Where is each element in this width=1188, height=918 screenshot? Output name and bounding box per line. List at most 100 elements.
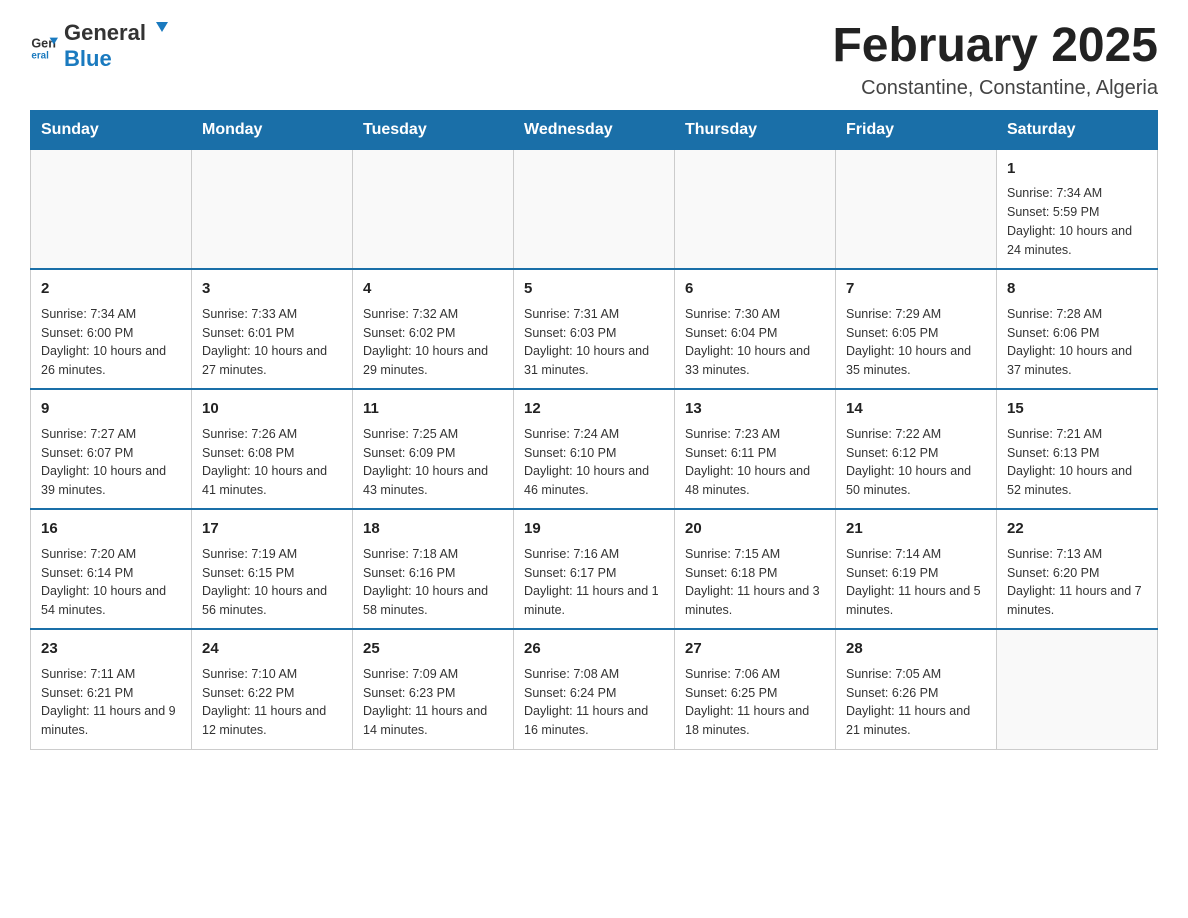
day-info: Sunrise: 7:16 AMSunset: 6:17 PMDaylight:… <box>524 545 664 620</box>
calendar-day-cell <box>353 149 514 269</box>
day-info: Sunrise: 7:34 AMSunset: 5:59 PMDaylight:… <box>1007 184 1147 259</box>
calendar-day-cell: 18 Sunrise: 7:18 AMSunset: 6:16 PMDayligh… <box>353 509 514 629</box>
calendar-day-cell: 12 Sunrise: 7:24 AMSunset: 6:10 PMDayligh… <box>514 389 675 509</box>
day-number: 18 <box>363 518 503 541</box>
calendar-day-cell: 16 Sunrise: 7:20 AMSunset: 6:14 PMDayligh… <box>31 509 192 629</box>
day-number: 28 <box>846 638 986 661</box>
day-info: Sunrise: 7:29 AMSunset: 6:05 PMDaylight:… <box>846 305 986 380</box>
calendar-day-cell: 3Sunrise: 7:33 AMSunset: 6:01 PMDaylight… <box>192 269 353 389</box>
day-info: Sunrise: 7:05 AMSunset: 6:26 PMDaylight:… <box>846 665 986 740</box>
calendar-week-row: 2 Sunrise: 7:34 AMSunset: 6:00 PMDaylight… <box>31 269 1158 389</box>
day-info: Sunrise: 7:13 AMSunset: 6:20 PMDaylight:… <box>1007 545 1147 620</box>
day-number: 16 <box>41 518 181 541</box>
month-year-title: February 2025 <box>832 20 1158 73</box>
calendar-day-cell: 21Sunrise: 7:14 AMSunset: 6:19 PMDayligh… <box>836 509 997 629</box>
calendar-day-cell: 15Sunrise: 7:21 AMSunset: 6:13 PMDayligh… <box>997 389 1158 509</box>
day-number: 6 <box>685 278 825 301</box>
day-number: 9 <box>41 398 181 421</box>
calendar-day-cell: 23Sunrise: 7:11 AMSunset: 6:21 PMDayligh… <box>31 629 192 749</box>
day-info: Sunrise: 7:15 AMSunset: 6:18 PMDaylight:… <box>685 545 825 620</box>
calendar-day-cell: 26 Sunrise: 7:08 AMSunset: 6:24 PMDayligh… <box>514 629 675 749</box>
day-info: Sunrise: 7:33 AMSunset: 6:01 PMDaylight:… <box>202 305 342 380</box>
logo: Gen eral General Blue <box>30 20 170 72</box>
day-info: Sunrise: 7:21 AMSunset: 6:13 PMDaylight:… <box>1007 425 1147 500</box>
day-info: Sunrise: 7:28 AMSunset: 6:06 PMDaylight:… <box>1007 305 1147 380</box>
day-info: Sunrise: 7:34 AMSunset: 6:00 PMDaylight:… <box>41 305 181 380</box>
day-info: Sunrise: 7:32 AMSunset: 6:02 PMDaylight:… <box>363 305 503 380</box>
svg-text:eral: eral <box>31 51 49 60</box>
column-header-tuesday: Tuesday <box>353 110 514 149</box>
page-header: Gen eral General Blue February 2025 Cons… <box>30 20 1158 100</box>
calendar-day-cell: 2 Sunrise: 7:34 AMSunset: 6:00 PMDaylight… <box>31 269 192 389</box>
calendar-table: SundayMondayTuesdayWednesdayThursdayFrid… <box>30 110 1158 750</box>
day-number: 17 <box>202 518 342 541</box>
column-header-friday: Friday <box>836 110 997 149</box>
calendar-week-row: 23Sunrise: 7:11 AMSunset: 6:21 PMDayligh… <box>31 629 1158 749</box>
day-number: 12 <box>524 398 664 421</box>
day-info: Sunrise: 7:08 AMSunset: 6:24 PMDaylight:… <box>524 665 664 740</box>
calendar-day-cell: 17 Sunrise: 7:19 AMSunset: 6:15 PMDayligh… <box>192 509 353 629</box>
day-number: 19 <box>524 518 664 541</box>
day-number: 5 <box>524 278 664 301</box>
day-number: 11 <box>363 398 503 421</box>
day-info: Sunrise: 7:10 AMSunset: 6:22 PMDaylight:… <box>202 665 342 740</box>
calendar-day-cell: 20 Sunrise: 7:15 AMSunset: 6:18 PMDayligh… <box>675 509 836 629</box>
day-number: 8 <box>1007 278 1147 301</box>
calendar-day-cell: 14 Sunrise: 7:22 AMSunset: 6:12 PMDayligh… <box>836 389 997 509</box>
logo-flag-icon <box>148 20 168 40</box>
calendar-day-cell: 25 Sunrise: 7:09 AMSunset: 6:23 PMDayligh… <box>353 629 514 749</box>
day-info: Sunrise: 7:25 AMSunset: 6:09 PMDaylight:… <box>363 425 503 500</box>
calendar-day-cell <box>675 149 836 269</box>
day-info: Sunrise: 7:30 AMSunset: 6:04 PMDaylight:… <box>685 305 825 380</box>
day-number: 27 <box>685 638 825 661</box>
calendar-week-row: 1 Sunrise: 7:34 AMSunset: 5:59 PMDaylight… <box>31 149 1158 269</box>
calendar-day-cell: 7Sunrise: 7:29 AMSunset: 6:05 PMDaylight… <box>836 269 997 389</box>
day-info: Sunrise: 7:18 AMSunset: 6:16 PMDaylight:… <box>363 545 503 620</box>
calendar-day-cell: 1 Sunrise: 7:34 AMSunset: 5:59 PMDaylight… <box>997 149 1158 269</box>
day-number: 24 <box>202 638 342 661</box>
column-header-monday: Monday <box>192 110 353 149</box>
calendar-day-cell <box>192 149 353 269</box>
day-info: Sunrise: 7:19 AMSunset: 6:15 PMDaylight:… <box>202 545 342 620</box>
day-info: Sunrise: 7:20 AMSunset: 6:14 PMDaylight:… <box>41 545 181 620</box>
column-header-thursday: Thursday <box>675 110 836 149</box>
day-info: Sunrise: 7:26 AMSunset: 6:08 PMDaylight:… <box>202 425 342 500</box>
calendar-day-cell <box>836 149 997 269</box>
day-number: 20 <box>685 518 825 541</box>
calendar-week-row: 16 Sunrise: 7:20 AMSunset: 6:14 PMDayligh… <box>31 509 1158 629</box>
day-number: 4 <box>363 278 503 301</box>
day-number: 22 <box>1007 518 1147 541</box>
calendar-day-cell: 9 Sunrise: 7:27 AMSunset: 6:07 PMDaylight… <box>31 389 192 509</box>
day-info: Sunrise: 7:23 AMSunset: 6:11 PMDaylight:… <box>685 425 825 500</box>
calendar-day-cell: 24 Sunrise: 7:10 AMSunset: 6:22 PMDayligh… <box>192 629 353 749</box>
location-subtitle: Constantine, Constantine, Algeria <box>832 77 1158 100</box>
calendar-day-cell: 22 Sunrise: 7:13 AMSunset: 6:20 PMDayligh… <box>997 509 1158 629</box>
calendar-day-cell: 11 Sunrise: 7:25 AMSunset: 6:09 PMDayligh… <box>353 389 514 509</box>
day-info: Sunrise: 7:11 AMSunset: 6:21 PMDaylight:… <box>41 665 181 740</box>
column-header-wednesday: Wednesday <box>514 110 675 149</box>
calendar-day-cell: 19 Sunrise: 7:16 AMSunset: 6:17 PMDayligh… <box>514 509 675 629</box>
calendar-day-cell: 5 Sunrise: 7:31 AMSunset: 6:03 PMDaylight… <box>514 269 675 389</box>
day-info: Sunrise: 7:24 AMSunset: 6:10 PMDaylight:… <box>524 425 664 500</box>
day-number: 25 <box>363 638 503 661</box>
calendar-day-cell: 6 Sunrise: 7:30 AMSunset: 6:04 PMDaylight… <box>675 269 836 389</box>
day-info: Sunrise: 7:31 AMSunset: 6:03 PMDaylight:… <box>524 305 664 380</box>
calendar-day-cell: 13Sunrise: 7:23 AMSunset: 6:11 PMDayligh… <box>675 389 836 509</box>
day-info: Sunrise: 7:27 AMSunset: 6:07 PMDaylight:… <box>41 425 181 500</box>
calendar-day-cell <box>997 629 1158 749</box>
calendar-day-cell: 28 Sunrise: 7:05 AMSunset: 6:26 PMDayligh… <box>836 629 997 749</box>
day-info: Sunrise: 7:22 AMSunset: 6:12 PMDaylight:… <box>846 425 986 500</box>
calendar-day-cell: 10 Sunrise: 7:26 AMSunset: 6:08 PMDayligh… <box>192 389 353 509</box>
day-number: 1 <box>1007 158 1147 181</box>
calendar-day-cell: 4 Sunrise: 7:32 AMSunset: 6:02 PMDaylight… <box>353 269 514 389</box>
calendar-week-row: 9 Sunrise: 7:27 AMSunset: 6:07 PMDaylight… <box>31 389 1158 509</box>
calendar-header-row: SundayMondayTuesdayWednesdayThursdayFrid… <box>31 110 1158 149</box>
day-info: Sunrise: 7:09 AMSunset: 6:23 PMDaylight:… <box>363 665 503 740</box>
day-number: 14 <box>846 398 986 421</box>
day-number: 2 <box>41 278 181 301</box>
calendar-day-cell <box>31 149 192 269</box>
day-number: 26 <box>524 638 664 661</box>
column-header-sunday: Sunday <box>31 110 192 149</box>
column-header-saturday: Saturday <box>997 110 1158 149</box>
day-number: 10 <box>202 398 342 421</box>
